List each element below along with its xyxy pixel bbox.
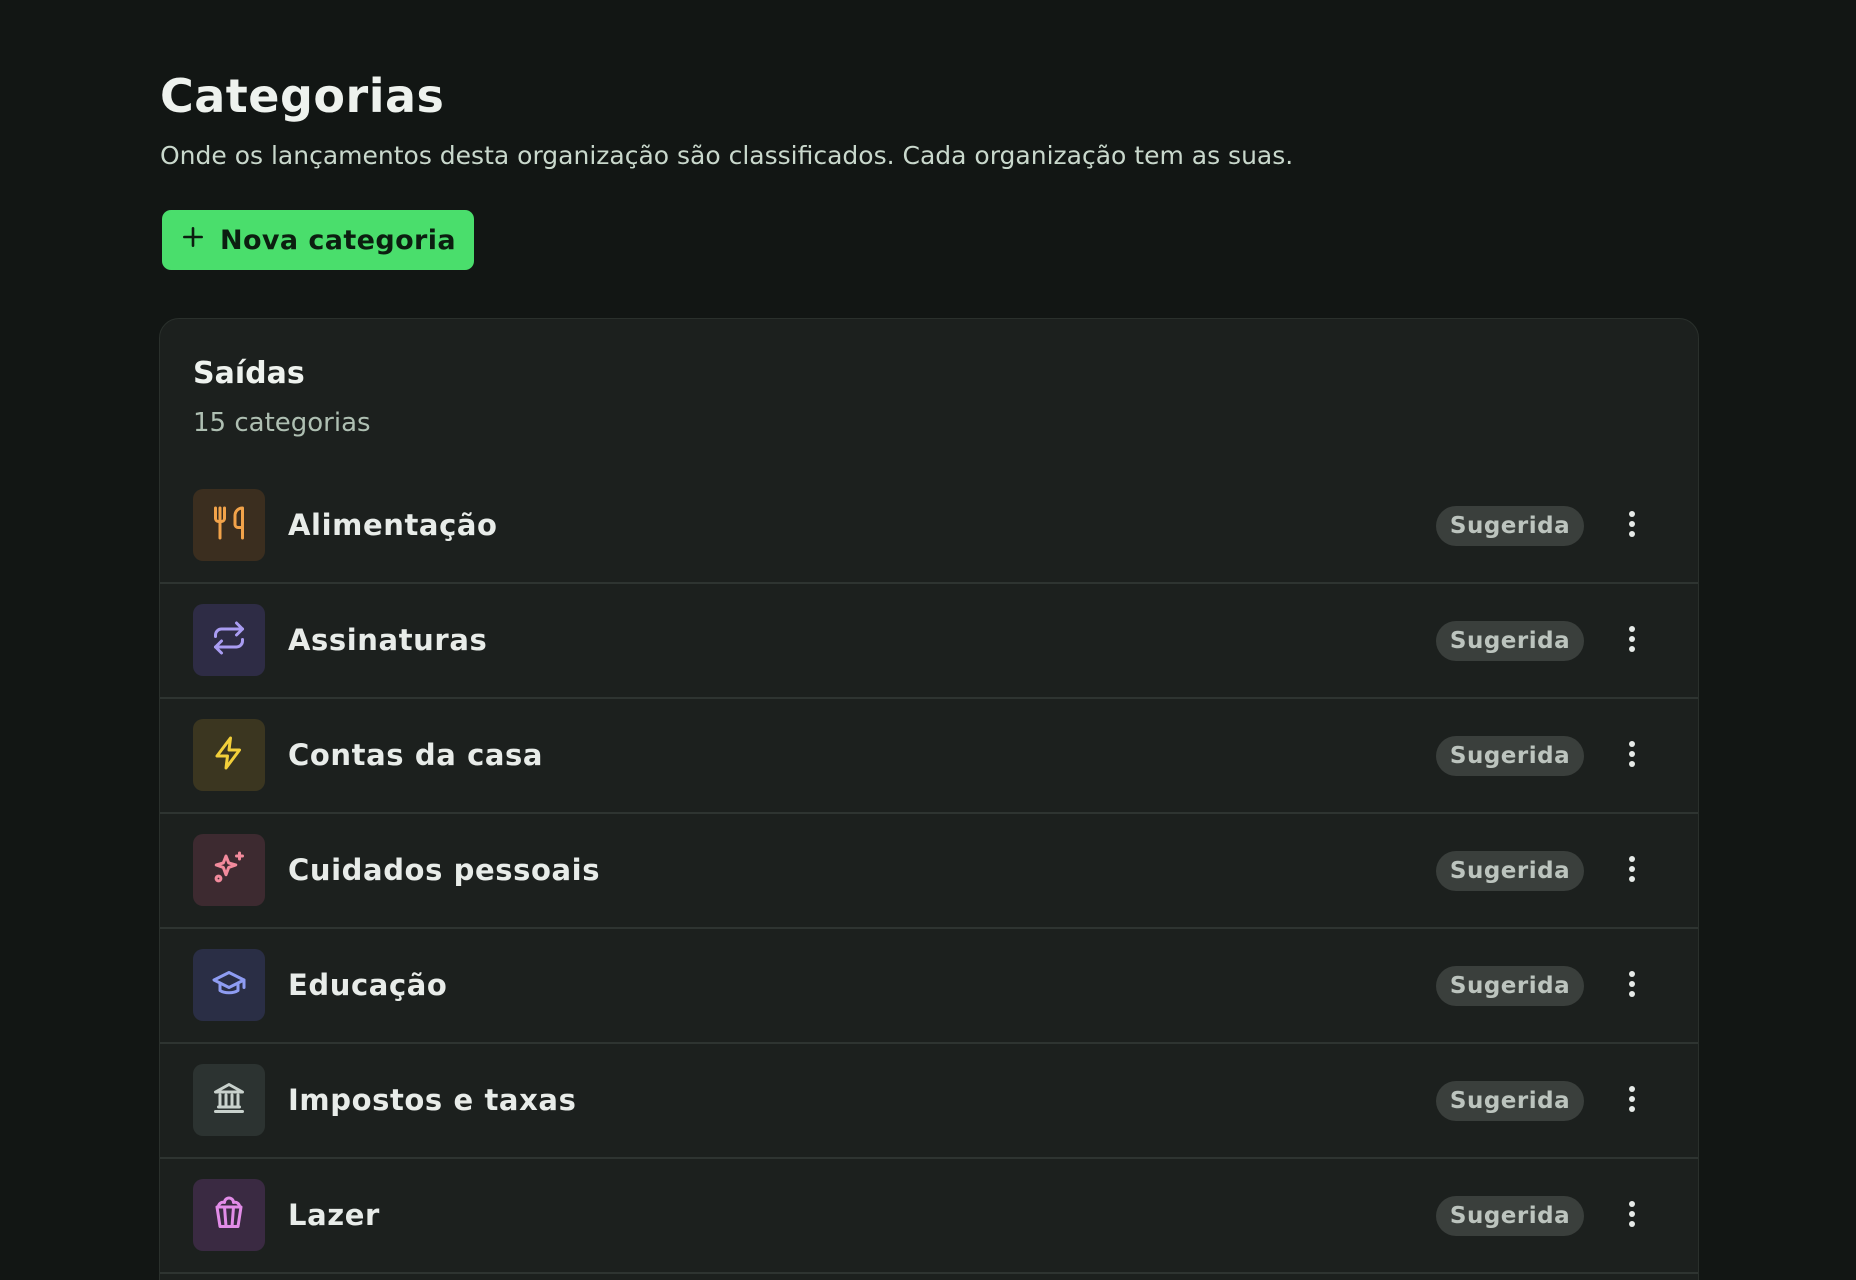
page-subtitle: Onde os lançamentos desta organização sã… <box>160 141 1294 170</box>
category-icon-tile <box>193 719 265 791</box>
more-options-button[interactable] <box>1612 736 1652 776</box>
landmark-icon <box>211 1080 247 1120</box>
category-icon-tile <box>193 489 265 561</box>
more-options-button[interactable] <box>1612 1196 1652 1236</box>
more-options-button[interactable] <box>1612 1081 1652 1121</box>
categories-page: Categorias Onde os lançamentos desta org… <box>0 0 1856 1280</box>
more-vertical-icon <box>1628 740 1636 772</box>
sparkles-icon <box>211 850 247 890</box>
utensils-icon <box>211 505 247 545</box>
more-options-button[interactable] <box>1612 966 1652 1006</box>
more-vertical-icon <box>1628 970 1636 1002</box>
category-row-impostos-e-taxas[interactable]: Impostos e taxas Sugerida <box>160 1044 1698 1159</box>
category-list: Alimentação Sugerida Assinaturas Sugerid… <box>160 469 1698 1274</box>
expenses-panel: Saídas 15 categorias Alimentação Sugerid… <box>159 318 1699 1280</box>
plus-icon <box>180 224 206 257</box>
category-name: Alimentação <box>288 508 498 542</box>
more-vertical-icon <box>1628 1200 1636 1232</box>
suggested-badge: Sugerida <box>1436 966 1584 1006</box>
more-options-button[interactable] <box>1612 506 1652 546</box>
more-vertical-icon <box>1628 625 1636 657</box>
new-category-button[interactable]: Nova categoria <box>162 210 474 270</box>
category-name: Impostos e taxas <box>288 1083 577 1117</box>
more-options-button[interactable] <box>1612 621 1652 661</box>
bolt-icon <box>211 735 247 775</box>
category-row-cuidados-pessoais[interactable]: Cuidados pessoais Sugerida <box>160 814 1698 929</box>
more-vertical-icon <box>1628 855 1636 887</box>
category-row-lazer[interactable]: Lazer Sugerida <box>160 1159 1698 1274</box>
new-category-label: Nova categoria <box>219 224 457 256</box>
popcorn-icon <box>211 1195 247 1235</box>
category-name: Educação <box>288 968 448 1002</box>
category-icon-tile <box>193 949 265 1021</box>
graduation-cap-icon <box>211 965 247 1005</box>
category-name: Lazer <box>288 1198 380 1232</box>
category-icon-tile <box>193 834 265 906</box>
category-name: Contas da casa <box>288 738 544 772</box>
section-title: Saídas <box>193 356 305 391</box>
suggested-badge: Sugerida <box>1436 1196 1584 1236</box>
category-row-contas-da-casa[interactable]: Contas da casa Sugerida <box>160 699 1698 814</box>
page-title: Categorias <box>160 69 445 123</box>
section-count: 15 categorias <box>193 408 371 438</box>
more-options-button[interactable] <box>1612 851 1652 891</box>
category-name: Assinaturas <box>288 623 488 657</box>
category-icon-tile <box>193 1064 265 1136</box>
category-name: Cuidados pessoais <box>288 853 601 887</box>
category-row-assinaturas[interactable]: Assinaturas Sugerida <box>160 584 1698 699</box>
category-row-alimentacao[interactable]: Alimentação Sugerida <box>160 469 1698 584</box>
category-icon-tile <box>193 604 265 676</box>
category-row-educacao[interactable]: Educação Sugerida <box>160 929 1698 1044</box>
suggested-badge: Sugerida <box>1436 1081 1584 1121</box>
suggested-badge: Sugerida <box>1436 851 1584 891</box>
repeat-icon <box>211 620 247 660</box>
category-icon-tile <box>193 1179 265 1251</box>
suggested-badge: Sugerida <box>1436 736 1584 776</box>
more-vertical-icon <box>1628 510 1636 542</box>
suggested-badge: Sugerida <box>1436 621 1584 661</box>
more-vertical-icon <box>1628 1085 1636 1117</box>
suggested-badge: Sugerida <box>1436 506 1584 546</box>
